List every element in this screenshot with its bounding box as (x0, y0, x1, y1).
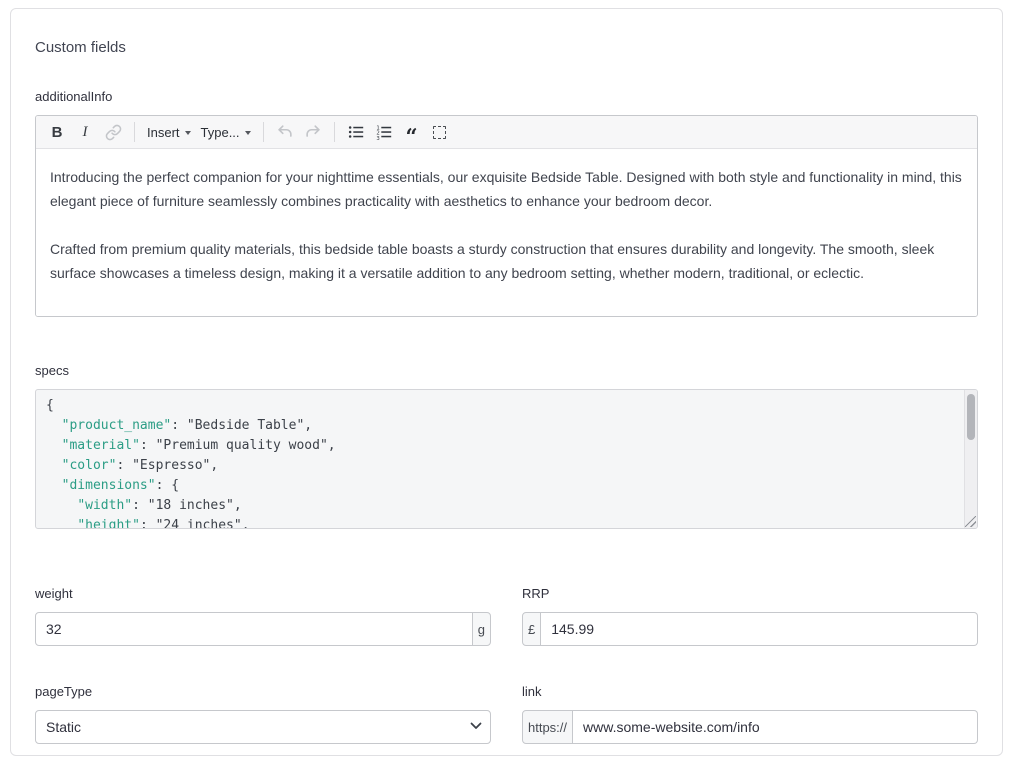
additional-info-label: additionalInfo (35, 89, 978, 104)
show-blocks-icon (433, 126, 446, 139)
undo-button[interactable] (272, 119, 298, 145)
rich-text-editor: B I Insert Type... (35, 115, 978, 317)
field-page-type: pageType Static (35, 684, 491, 744)
insert-dropdown-label: Insert (147, 125, 180, 140)
rte-paragraph: Introducing the perfect companion for yo… (50, 165, 963, 213)
row-weight-rrp: weight g RRP £ (35, 586, 978, 646)
link-label: link (522, 684, 978, 699)
specs-code-content[interactable]: { "product_name": "Bedside Table", "mate… (36, 390, 977, 529)
rte-toolbar: B I Insert Type... (36, 116, 977, 149)
type-dropdown[interactable]: Type... (197, 119, 255, 145)
rte-content-area[interactable]: Introducing the perfect companion for yo… (36, 149, 977, 316)
weight-input-group: g (35, 612, 491, 646)
svg-text:3: 3 (376, 136, 379, 141)
show-blocks-button[interactable] (427, 119, 453, 145)
scrollbar-thumb[interactable] (967, 394, 975, 440)
weight-input[interactable] (35, 612, 473, 646)
undo-icon (276, 123, 294, 141)
vertical-scrollbar[interactable] (964, 390, 977, 528)
rrp-label: RRP (522, 586, 978, 601)
link-protocol-addon: https:// (522, 710, 573, 744)
card-title: Custom fields (35, 39, 978, 56)
resize-grip-icon[interactable] (965, 516, 976, 527)
field-link: link https:// (522, 684, 978, 744)
bullet-list-icon (347, 123, 365, 141)
link-input-group: https:// (522, 710, 978, 744)
bold-button[interactable]: B (44, 119, 70, 145)
toolbar-separator (334, 122, 335, 142)
rrp-input-group: £ (522, 612, 978, 646)
link-button[interactable] (100, 119, 126, 145)
weight-label: weight (35, 586, 491, 601)
bullet-list-button[interactable] (343, 119, 369, 145)
link-icon (105, 124, 122, 141)
chevron-down-icon (185, 131, 191, 135)
toolbar-separator (134, 122, 135, 142)
numbered-list-button[interactable]: 1 2 3 (371, 119, 397, 145)
redo-button[interactable] (300, 119, 326, 145)
field-additional-info: additionalInfo B I Insert Type... (35, 89, 978, 317)
page-type-select-wrap: Static (35, 710, 491, 744)
chevron-down-icon (245, 131, 251, 135)
blockquote-button[interactable]: “ (399, 119, 425, 145)
page-type-select[interactable]: Static (35, 710, 491, 744)
link-input[interactable] (573, 710, 978, 744)
redo-icon (304, 123, 322, 141)
rrp-currency-addon: £ (522, 612, 541, 646)
specs-code-editor[interactable]: { "product_name": "Bedside Table", "mate… (35, 389, 978, 529)
toolbar-separator (263, 122, 264, 142)
insert-dropdown[interactable]: Insert (143, 119, 195, 145)
custom-fields-card: Custom fields additionalInfo B I Insert (10, 8, 1003, 756)
italic-button[interactable]: I (72, 119, 98, 145)
blockquote-icon: “ (406, 123, 418, 142)
specs-label: specs (35, 363, 978, 378)
rte-paragraph: Crafted from premium quality materials, … (50, 237, 963, 285)
page-type-label: pageType (35, 684, 491, 699)
field-specs: specs { "product_name": "Bedside Table",… (35, 363, 978, 529)
weight-unit-addon: g (472, 612, 491, 646)
type-dropdown-label: Type... (201, 125, 240, 140)
row-pagetype-link: pageType Static link https:// (35, 684, 978, 744)
field-rrp: RRP £ (522, 586, 978, 646)
field-weight: weight g (35, 586, 491, 646)
numbered-list-icon: 1 2 3 (375, 123, 393, 141)
rrp-input[interactable] (541, 612, 978, 646)
